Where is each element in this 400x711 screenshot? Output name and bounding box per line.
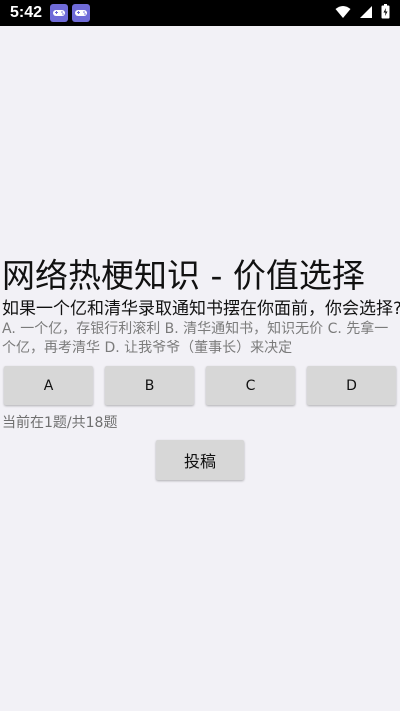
- submit-button[interactable]: 投稿: [156, 440, 244, 480]
- options-text: A. 一个亿，存银行利滚利 B. 清华通知书，知识无价 C. 先拿一个亿，再考清…: [2, 321, 389, 356]
- status-bar: 5:42: [0, 0, 400, 26]
- answer-buttons: A B C D: [4, 366, 396, 405]
- answer-a-button[interactable]: A: [4, 366, 93, 405]
- answer-c-button[interactable]: C: [206, 366, 295, 405]
- game-controller-icon: [72, 4, 91, 22]
- answer-b-button[interactable]: B: [105, 366, 194, 405]
- game-controller-icon: [50, 4, 69, 22]
- progress-text: 当前在1题/共18题: [2, 415, 118, 431]
- status-time: 5:42: [10, 4, 43, 21]
- answer-d-button[interactable]: D: [307, 366, 396, 405]
- battery-charging-icon: [381, 3, 390, 23]
- quiz-screen: 网络热梗知识 - 价值选择 如果一个亿和清华录取通知书摆在你面前，你会选择? A…: [0, 26, 400, 711]
- wifi-icon: [335, 4, 351, 23]
- question-text: 如果一个亿和清华录取通知书摆在你面前，你会选择?: [2, 299, 400, 319]
- signal-icon: [359, 4, 373, 23]
- quiz-title: 网络热梗知识 - 价值选择: [2, 256, 365, 295]
